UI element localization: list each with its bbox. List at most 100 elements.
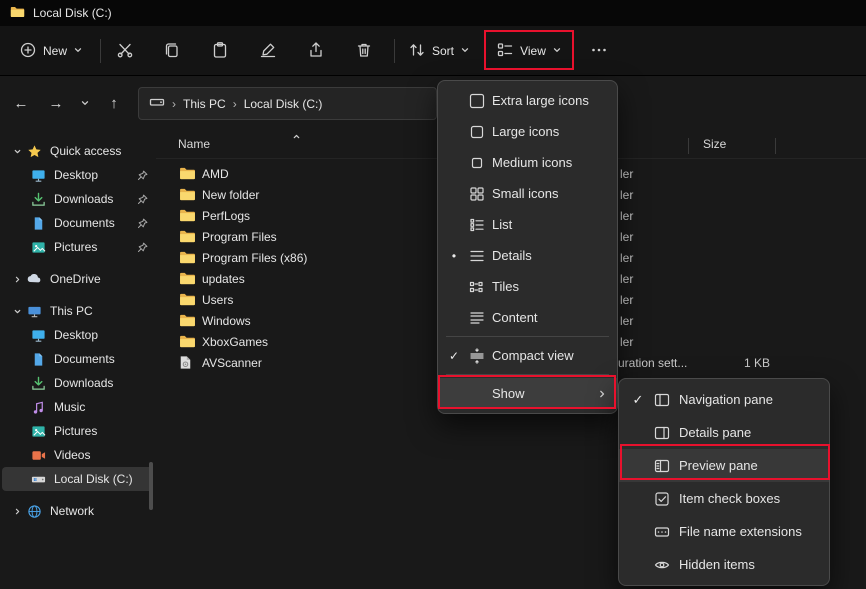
- sidebar-item-label: Local Disk (C:): [54, 472, 149, 486]
- menu-item-label: Small icons: [490, 186, 609, 201]
- desktop-icon: [28, 328, 48, 343]
- submenu-item-label: Item check boxes: [675, 491, 819, 506]
- chevron-right-icon: [10, 507, 24, 516]
- menu-item-extra-large-icons[interactable]: Extra large icons: [438, 85, 617, 116]
- view-button[interactable]: View: [490, 35, 568, 67]
- menu-item-label: Content: [490, 310, 609, 325]
- menu-item-large-icons[interactable]: Large icons: [438, 116, 617, 147]
- sidebar-item-label: Network: [50, 504, 149, 518]
- sidebar-item-network[interactable]: Network: [2, 499, 153, 523]
- scissors-icon: [116, 41, 134, 62]
- navigation-pane-icon: [649, 392, 675, 408]
- submenu-item-label: Preview pane: [675, 458, 819, 473]
- sidebar-item-local-disk-c[interactable]: Local Disk (C:): [2, 467, 153, 491]
- sidebar-item-label: Desktop: [54, 168, 135, 182]
- sidebar-item-documents-pinned[interactable]: Documents: [2, 211, 153, 235]
- file-type-fragment: ler: [620, 167, 633, 181]
- sidebar-item-music[interactable]: Music: [2, 395, 153, 419]
- submenu-item-item-check-boxes[interactable]: Item check boxes: [619, 482, 829, 515]
- video-icon: [28, 448, 48, 463]
- forward-arrow-icon: →: [49, 95, 64, 112]
- up-button[interactable]: ↑: [99, 88, 129, 118]
- sidebar-item-pictures-pinned[interactable]: Pictures: [2, 235, 153, 259]
- forward-button[interactable]: →: [41, 88, 71, 118]
- menu-item-compact-view[interactable]: ✓ Compact view: [438, 340, 617, 371]
- breadcrumb-separator: ›: [233, 97, 237, 111]
- sort-button[interactable]: Sort: [406, 35, 472, 67]
- submenu-item-file-name-extensions[interactable]: File name extensions: [619, 515, 829, 548]
- submenu-item-preview-pane[interactable]: Preview pane: [619, 449, 829, 482]
- share-icon: [307, 41, 325, 62]
- picture-icon: [28, 424, 48, 439]
- file-type-fragment: ler: [620, 314, 633, 328]
- menu-item-list[interactable]: List: [438, 209, 617, 240]
- menu-item-small-icons[interactable]: Small icons: [438, 178, 617, 209]
- toolbar-separator: [100, 39, 101, 63]
- menu-item-tiles[interactable]: Tiles: [438, 271, 617, 302]
- breadcrumb-this-pc[interactable]: This PC: [183, 97, 226, 111]
- sidebar-item-downloads-pinned[interactable]: Downloads: [2, 187, 153, 211]
- folder-icon: [179, 335, 202, 348]
- delete-button[interactable]: [346, 35, 382, 67]
- back-arrow-icon: ←: [14, 95, 29, 112]
- cut-button[interactable]: [107, 35, 143, 67]
- menu-item-show[interactable]: Show: [438, 378, 617, 409]
- submenu-item-details-pane[interactable]: Details pane: [619, 416, 829, 449]
- sidebar-item-label: Quick access: [50, 144, 149, 158]
- sidebar-scrollbar-thumb[interactable]: [149, 462, 153, 510]
- file-name: XboxGames: [202, 335, 268, 349]
- breadcrumb-local-disk[interactable]: Local Disk (C:): [244, 97, 323, 111]
- column-separator[interactable]: [775, 138, 776, 154]
- menu-item-label: Tiles: [490, 279, 609, 294]
- sidebar-item-desktop[interactable]: Desktop: [2, 323, 153, 347]
- share-button[interactable]: [298, 35, 334, 67]
- view-dropdown-menu: Extra large icons Large icons Medium ico…: [437, 80, 618, 414]
- file-name: Program Files: [202, 230, 277, 244]
- submenu-item-hidden-items[interactable]: Hidden items: [619, 548, 829, 581]
- recent-locations-button[interactable]: [73, 88, 97, 118]
- trash-icon: [355, 41, 373, 62]
- sidebar-item-downloads[interactable]: Downloads: [2, 371, 153, 395]
- menu-item-medium-icons[interactable]: Medium icons: [438, 147, 617, 178]
- sidebar-item-this-pc[interactable]: This PC: [2, 299, 153, 323]
- menu-item-details[interactable]: • Details: [438, 240, 617, 271]
- column-separator[interactable]: [688, 138, 689, 154]
- small-icons-icon: [464, 186, 490, 202]
- menu-item-content[interactable]: Content: [438, 302, 617, 333]
- paste-button[interactable]: [202, 35, 238, 67]
- toolbar: New Sort View: [0, 26, 866, 76]
- chevron-down-icon: [73, 44, 83, 58]
- menu-item-label: Extra large icons: [490, 93, 609, 108]
- submenu-item-navigation-pane[interactable]: ✓ Navigation pane: [619, 383, 829, 416]
- rename-button[interactable]: [250, 35, 286, 67]
- menu-item-label: List: [490, 217, 609, 232]
- sidebar-item-quick-access[interactable]: Quick access: [2, 139, 153, 163]
- menu-separator: [446, 374, 609, 375]
- pin-icon: [135, 218, 149, 229]
- sidebar-item-onedrive[interactable]: OneDrive: [2, 267, 153, 291]
- folder-icon: [179, 272, 202, 285]
- drive-icon: [149, 94, 165, 113]
- checkmark-icon: ✓: [444, 349, 464, 363]
- address-bar[interactable]: › This PC › Local Disk (C:): [138, 87, 437, 120]
- hard-drive-icon: [28, 472, 48, 487]
- list-view-icon: [464, 217, 490, 233]
- new-button[interactable]: New: [14, 35, 88, 67]
- new-button-label: New: [43, 44, 67, 58]
- more-options-button[interactable]: [582, 35, 616, 67]
- back-button[interactable]: ←: [6, 88, 36, 118]
- column-header-name[interactable]: Name: [178, 137, 210, 151]
- sidebar-item-videos[interactable]: Videos: [2, 443, 153, 467]
- sidebar-item-pictures[interactable]: Pictures: [2, 419, 153, 443]
- file-name: PerfLogs: [202, 209, 250, 223]
- titlebar: Local Disk (C:): [0, 0, 866, 26]
- column-header-size[interactable]: Size: [703, 137, 726, 151]
- copy-button[interactable]: [154, 35, 190, 67]
- menu-item-label: Details: [490, 248, 609, 263]
- folder-icon: [179, 209, 202, 222]
- sidebar-item-label: OneDrive: [50, 272, 149, 286]
- sidebar-item-documents[interactable]: Documents: [2, 347, 153, 371]
- file-name: AMD: [202, 167, 229, 181]
- details-pane-icon: [649, 425, 675, 441]
- sidebar-item-desktop-pinned[interactable]: Desktop: [2, 163, 153, 187]
